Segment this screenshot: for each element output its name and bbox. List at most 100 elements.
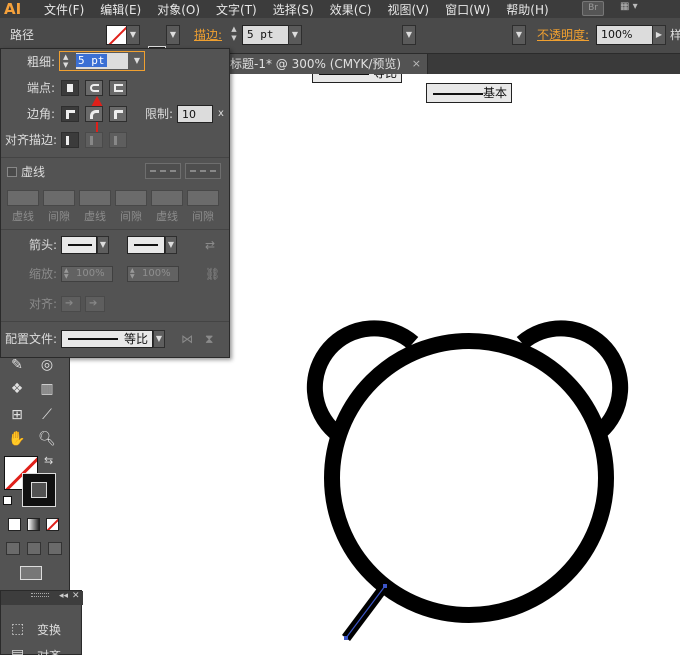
align-panel-label[interactable]: 对齐 <box>37 647 61 655</box>
menu-bar: AI 文件(F) 编辑(E) 对象(O) 文字(T) 选择(S) 效果(C) 视… <box>0 0 680 18</box>
butt-cap-button[interactable] <box>61 80 79 96</box>
stroke-color-box[interactable] <box>22 473 56 507</box>
document-tab-title: 标题-1* @ 300% (CMYK/预览) <box>230 57 402 71</box>
menu-file[interactable]: 文件(F) <box>44 1 84 18</box>
align-inside-button[interactable] <box>85 132 103 148</box>
weight-control[interactable]: ▲ ▼ 5 pt ▼ <box>59 51 145 71</box>
align-center-button[interactable] <box>61 132 79 148</box>
transform-label[interactable]: 变换 <box>37 621 61 639</box>
brush-dropdown-icon[interactable]: ▼ <box>512 25 526 45</box>
gap-field-2[interactable] <box>115 190 147 206</box>
symbol-sprayer-icon[interactable]: ❖ <box>6 378 28 400</box>
width-profile-dropdown-icon[interactable]: ▼ <box>153 330 165 348</box>
close-panel-icon[interactable]: ✕ <box>72 591 80 601</box>
gradient-mode-button[interactable] <box>27 518 40 531</box>
end-arrowhead-dropdown-icon[interactable]: ▼ <box>165 236 177 254</box>
arrow-extend-beyond-button[interactable]: ➔ <box>61 296 81 312</box>
weight-field[interactable]: 5 pt <box>76 53 128 69</box>
miter-join-button[interactable] <box>61 106 79 122</box>
column-graph-icon[interactable]: ▥ <box>36 378 58 400</box>
bevel-join-button[interactable] <box>109 106 127 122</box>
round-join-button[interactable] <box>85 106 103 122</box>
round-cap-button[interactable] <box>85 80 103 96</box>
end-scale-field[interactable]: ▲ ▼ 100% <box>127 266 179 282</box>
fill-swatch[interactable] <box>106 25 128 45</box>
blend-icon[interactable]: ◎ <box>36 354 58 376</box>
projecting-cap-button[interactable] <box>109 80 127 96</box>
gap-label-2: 间隙 <box>120 210 142 223</box>
stroke-weight-dropdown-icon[interactable]: ▼ <box>288 25 302 45</box>
gap-field-1[interactable] <box>43 190 75 206</box>
menu-object[interactable]: 对象(O) <box>157 1 200 18</box>
artboard-icon[interactable]: ⊞ <box>6 404 28 426</box>
dashed-line-checkbox[interactable] <box>7 167 17 177</box>
none-mode-button[interactable] <box>46 518 59 531</box>
cap-label: 端点: <box>27 81 56 95</box>
align-arrowheads-label: 对齐: <box>29 297 58 311</box>
draw-inside-icon[interactable] <box>48 542 62 555</box>
opacity-panel-link[interactable]: 不透明度: <box>537 25 589 45</box>
menu-edit[interactable]: 编辑(E) <box>100 1 141 18</box>
dash-field-1[interactable] <box>7 190 39 206</box>
arrow-place-at-end-button[interactable]: ➔ <box>85 296 105 312</box>
align-dash-icon[interactable] <box>185 163 221 179</box>
flip-along-icon[interactable]: ⋈ <box>181 330 193 348</box>
profile-label: 配置文件: <box>5 332 58 346</box>
stroke-dropdown-icon[interactable]: ▼ <box>166 25 180 45</box>
align-icon[interactable]: ▤ <box>11 647 24 655</box>
panel-grip-icon[interactable] <box>31 593 49 597</box>
menu-view[interactable]: 视图(V) <box>387 1 429 18</box>
panel-header[interactable]: ◂◂ ✕ <box>1 591 83 605</box>
dash-label-3: 虚线 <box>156 210 178 223</box>
slice-icon[interactable]: ⟋ <box>36 404 58 426</box>
scale-label: 缩放: <box>29 267 58 281</box>
start-arrowhead-dropdown-icon[interactable]: ▼ <box>97 236 109 254</box>
dashed-line-label: 虚线 <box>21 165 46 179</box>
bridge-button[interactable]: Br <box>582 1 604 16</box>
weight-spinner-icon[interactable]: ▲ ▼ <box>63 53 68 69</box>
align-outside-button[interactable] <box>109 132 127 148</box>
draw-behind-icon[interactable] <box>27 542 41 555</box>
close-tab-icon[interactable]: × <box>412 54 421 74</box>
app-logo: AI <box>4 0 22 18</box>
zoom-icon[interactable]: 🔍︎ <box>36 428 58 450</box>
opacity-field[interactable]: 100% <box>596 25 654 45</box>
dash-field-2[interactable] <box>79 190 111 206</box>
stroke-panel-link[interactable]: 描边: <box>194 25 222 45</box>
default-fill-stroke-icon[interactable] <box>3 496 12 505</box>
document-tab[interactable]: 标题-1* @ 300% (CMYK/预览) × <box>220 54 428 74</box>
link-scale-icon[interactable]: ⛓ <box>205 265 220 283</box>
hand-icon[interactable]: ✋ <box>6 428 28 450</box>
preserve-dash-icon[interactable] <box>145 163 181 179</box>
color-mode-button[interactable] <box>8 518 21 531</box>
swap-fill-stroke-icon[interactable]: ⇆ <box>44 454 53 467</box>
start-arrowhead-select[interactable] <box>61 236 97 254</box>
gap-field-3[interactable] <box>187 190 219 206</box>
draw-normal-icon[interactable] <box>6 542 20 555</box>
brush-definition-select[interactable]: 基本 <box>426 83 512 103</box>
workspace-switcher-icon[interactable]: ▦ ▾ <box>620 1 648 16</box>
menu-type[interactable]: 文字(T) <box>216 1 257 18</box>
flip-across-icon[interactable]: ⧗ <box>205 330 213 348</box>
collapse-panel-icon[interactable]: ◂◂ <box>59 591 68 601</box>
opacity-dropdown-icon[interactable]: ▶ <box>652 25 666 45</box>
dash-field-3[interactable] <box>151 190 183 206</box>
end-arrowhead-select[interactable] <box>127 236 165 254</box>
width-profile-select[interactable]: 等比 <box>61 330 153 348</box>
swap-arrowheads-icon[interactable]: ⇄ <box>205 236 215 254</box>
screen-mode-icon[interactable] <box>20 566 42 580</box>
menu-help[interactable]: 帮助(H) <box>506 1 548 18</box>
fill-dropdown-icon[interactable]: ▼ <box>126 25 140 45</box>
transform-icon[interactable]: ⬚ <box>11 621 24 637</box>
stroke-panel: 粗细: ▲ ▼ 5 pt ▼ 端点: 边角: 限制: 10 x 对齐描边: 虚线 … <box>0 48 230 358</box>
menu-effect[interactable]: 效果(C) <box>330 1 372 18</box>
menu-window[interactable]: 窗口(W) <box>445 1 490 18</box>
start-scale-field[interactable]: ▲ ▼ 100% <box>61 266 113 282</box>
weight-dropdown-icon[interactable]: ▼ <box>130 53 144 69</box>
eyedropper-icon[interactable]: ✎ <box>6 354 28 376</box>
miter-limit-field[interactable]: 10 <box>177 105 213 123</box>
profile-dropdown-icon[interactable]: ▼ <box>402 25 416 45</box>
stroke-weight-spinner-icon[interactable]: ▲ ▼ <box>228 25 240 45</box>
stroke-weight-field[interactable]: 5 pt <box>242 25 290 45</box>
menu-select[interactable]: 选择(S) <box>273 1 314 18</box>
